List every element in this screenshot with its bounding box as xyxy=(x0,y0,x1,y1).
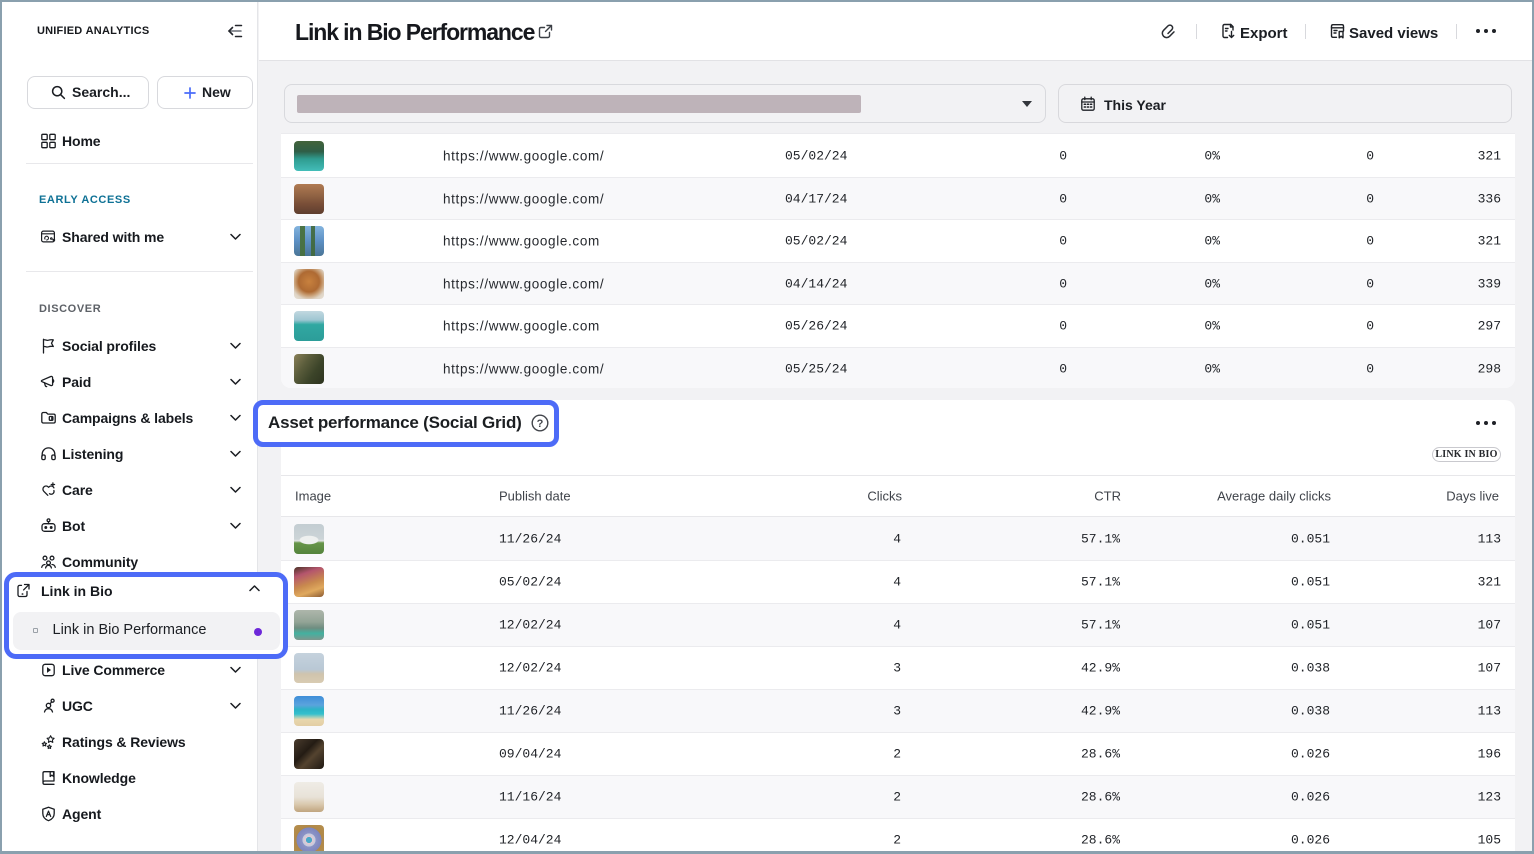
svg-text:?: ? xyxy=(537,418,544,430)
